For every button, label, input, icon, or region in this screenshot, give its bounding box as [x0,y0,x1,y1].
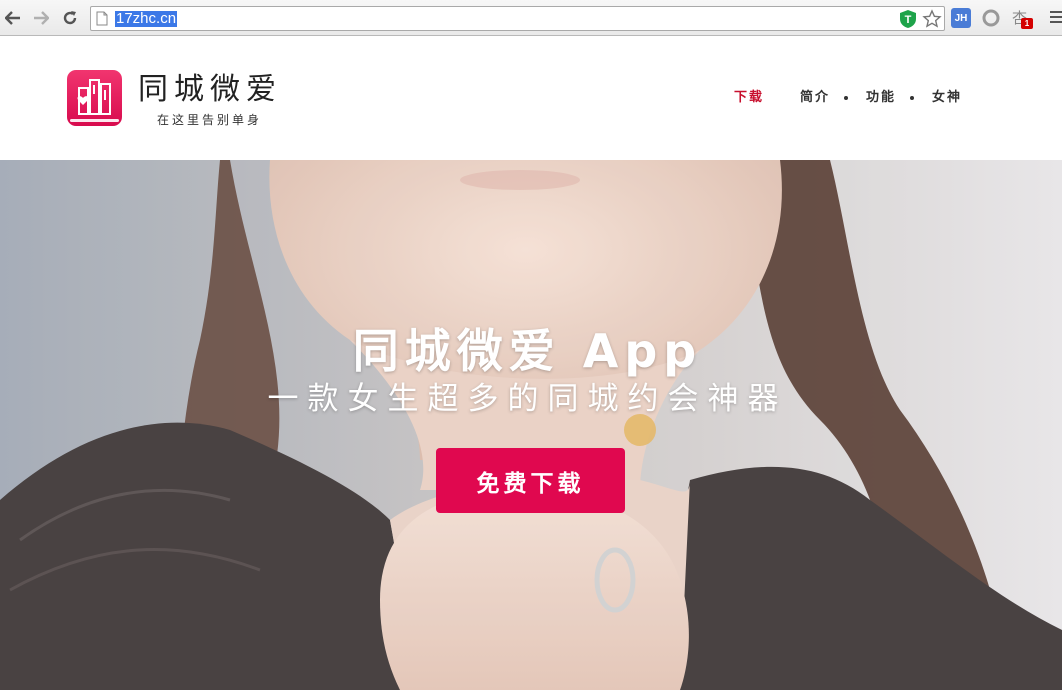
logo-title[interactable]: 同城微爱 [138,71,282,109]
back-arrow-icon [5,11,20,25]
back-button[interactable] [2,7,24,29]
jh-extension-icon[interactable]: JH [951,8,971,28]
nav-item-features[interactable]: 功能 [866,89,896,107]
main-nav: 下载 简介 功能 女神 [734,89,962,107]
hero-section: 同城微爱 App 一款女生超多的同城约会神器 免费下载 [0,160,1062,690]
browser-menu-icon[interactable] [1050,11,1062,25]
nav-item-goddess[interactable]: 女神 [932,89,962,107]
url-text[interactable]: 17zhc.cn [115,11,178,27]
page-icon [96,11,108,26]
logo-subtitle: 在这里告别单身 [157,113,263,127]
hero-background-photo [0,160,1062,690]
nav-separator-dot [843,96,848,100]
app-logo-icon[interactable] [67,70,122,126]
circle-extension-icon[interactable] [981,8,1001,28]
forward-button[interactable] [30,7,52,29]
ruby-extension-icon[interactable]: 杏 1 [1011,7,1033,29]
site-header: 同城微爱 在这里告别单身 下载 简介 功能 女神 [0,37,1062,160]
nav-item-download[interactable]: 下载 [734,89,764,107]
hero-subtitle: 一款女生超多的同城约会神器 [267,381,788,417]
bookmark-star-icon[interactable] [922,9,942,29]
reload-button[interactable] [59,7,81,29]
forward-arrow-icon [34,11,49,25]
nav-item-intro[interactable]: 简介 [800,89,830,107]
shield-extension-icon[interactable]: T [898,9,918,29]
notification-badge: 1 [1021,18,1033,29]
browser-toolbar: 17zhc.cn T JH 杏 1 [0,0,1062,36]
shield-extension-label: T [905,14,912,26]
nav-separator-dot [909,96,914,100]
free-download-button[interactable]: 免费下载 [436,448,625,513]
reload-icon [63,11,77,25]
address-bar[interactable]: 17zhc.cn T [90,6,945,31]
hero-title: 同城微爱 App [352,324,703,378]
